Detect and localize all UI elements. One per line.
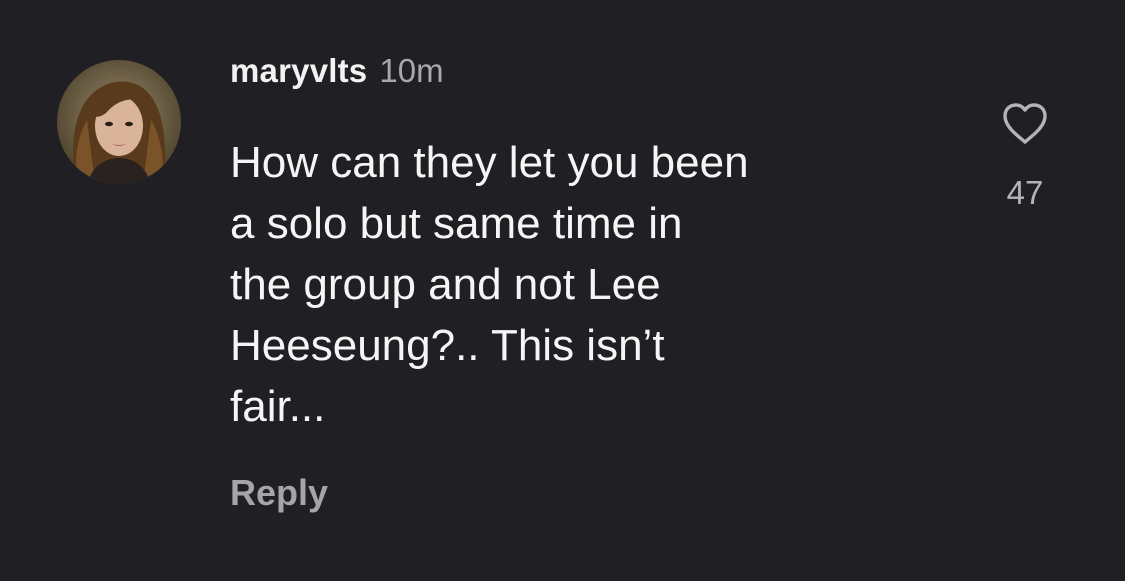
like-section: 47 [990,102,1060,212]
username[interactable]: maryvlts [230,52,367,90]
comment-body: maryvlts 10m How can they let you been a… [230,52,950,437]
timestamp: 10m [379,52,444,89]
comment-text: How can they let you been a solo but sam… [230,138,749,431]
like-count: 47 [1006,174,1044,211]
heart-outline-icon[interactable] [1001,102,1049,146]
reply-button[interactable]: Reply [230,472,328,514]
avatar[interactable] [57,60,181,184]
avatar-photo [57,60,181,184]
comment-item: maryvlts 10m How can they let you been a… [0,0,1125,581]
comment-meta: maryvlts 10m [230,52,950,104]
